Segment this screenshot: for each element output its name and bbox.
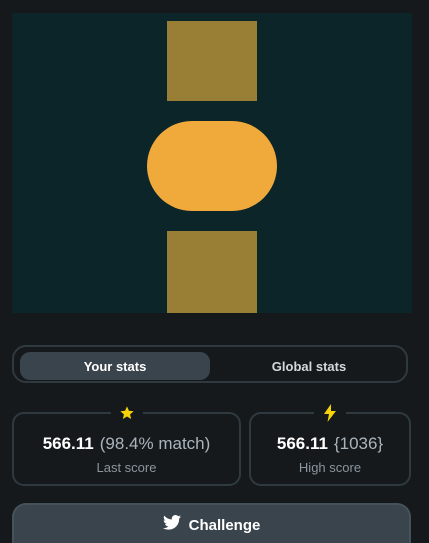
last-score-card: 566.11 (98.4% match) Last score — [12, 403, 241, 486]
bottom-block — [167, 231, 257, 313]
challenge-label: Challenge — [188, 516, 261, 534]
tab-your-stats[interactable]: Your stats — [20, 352, 210, 380]
tab-global-stats[interactable]: Global stats — [214, 352, 404, 380]
high-score-detail: {1036} — [333, 434, 384, 453]
high-score-label: High score — [298, 460, 362, 475]
top-block — [167, 21, 257, 101]
star-icon — [110, 403, 143, 423]
lightning-icon — [314, 403, 346, 423]
pill-shape — [147, 121, 277, 211]
game-canvas[interactable] — [12, 13, 412, 313]
twitter-icon — [162, 515, 181, 535]
last-score-detail: (98.4% match) — [99, 434, 211, 453]
high-score-value: 566.11 — [276, 434, 328, 453]
high-score-value-line: 566.11 {1036} — [251, 434, 409, 454]
last-score-value: 566.11 — [42, 434, 94, 453]
challenge-button[interactable]: Challenge — [12, 503, 411, 543]
last-score-value-line: 566.11 (98.4% match) — [14, 434, 239, 454]
stats-tabs: Your stats Global stats — [12, 345, 408, 383]
high-score-card: 566.11 {1036} High score — [249, 403, 411, 486]
last-score-label: Last score — [96, 460, 157, 475]
